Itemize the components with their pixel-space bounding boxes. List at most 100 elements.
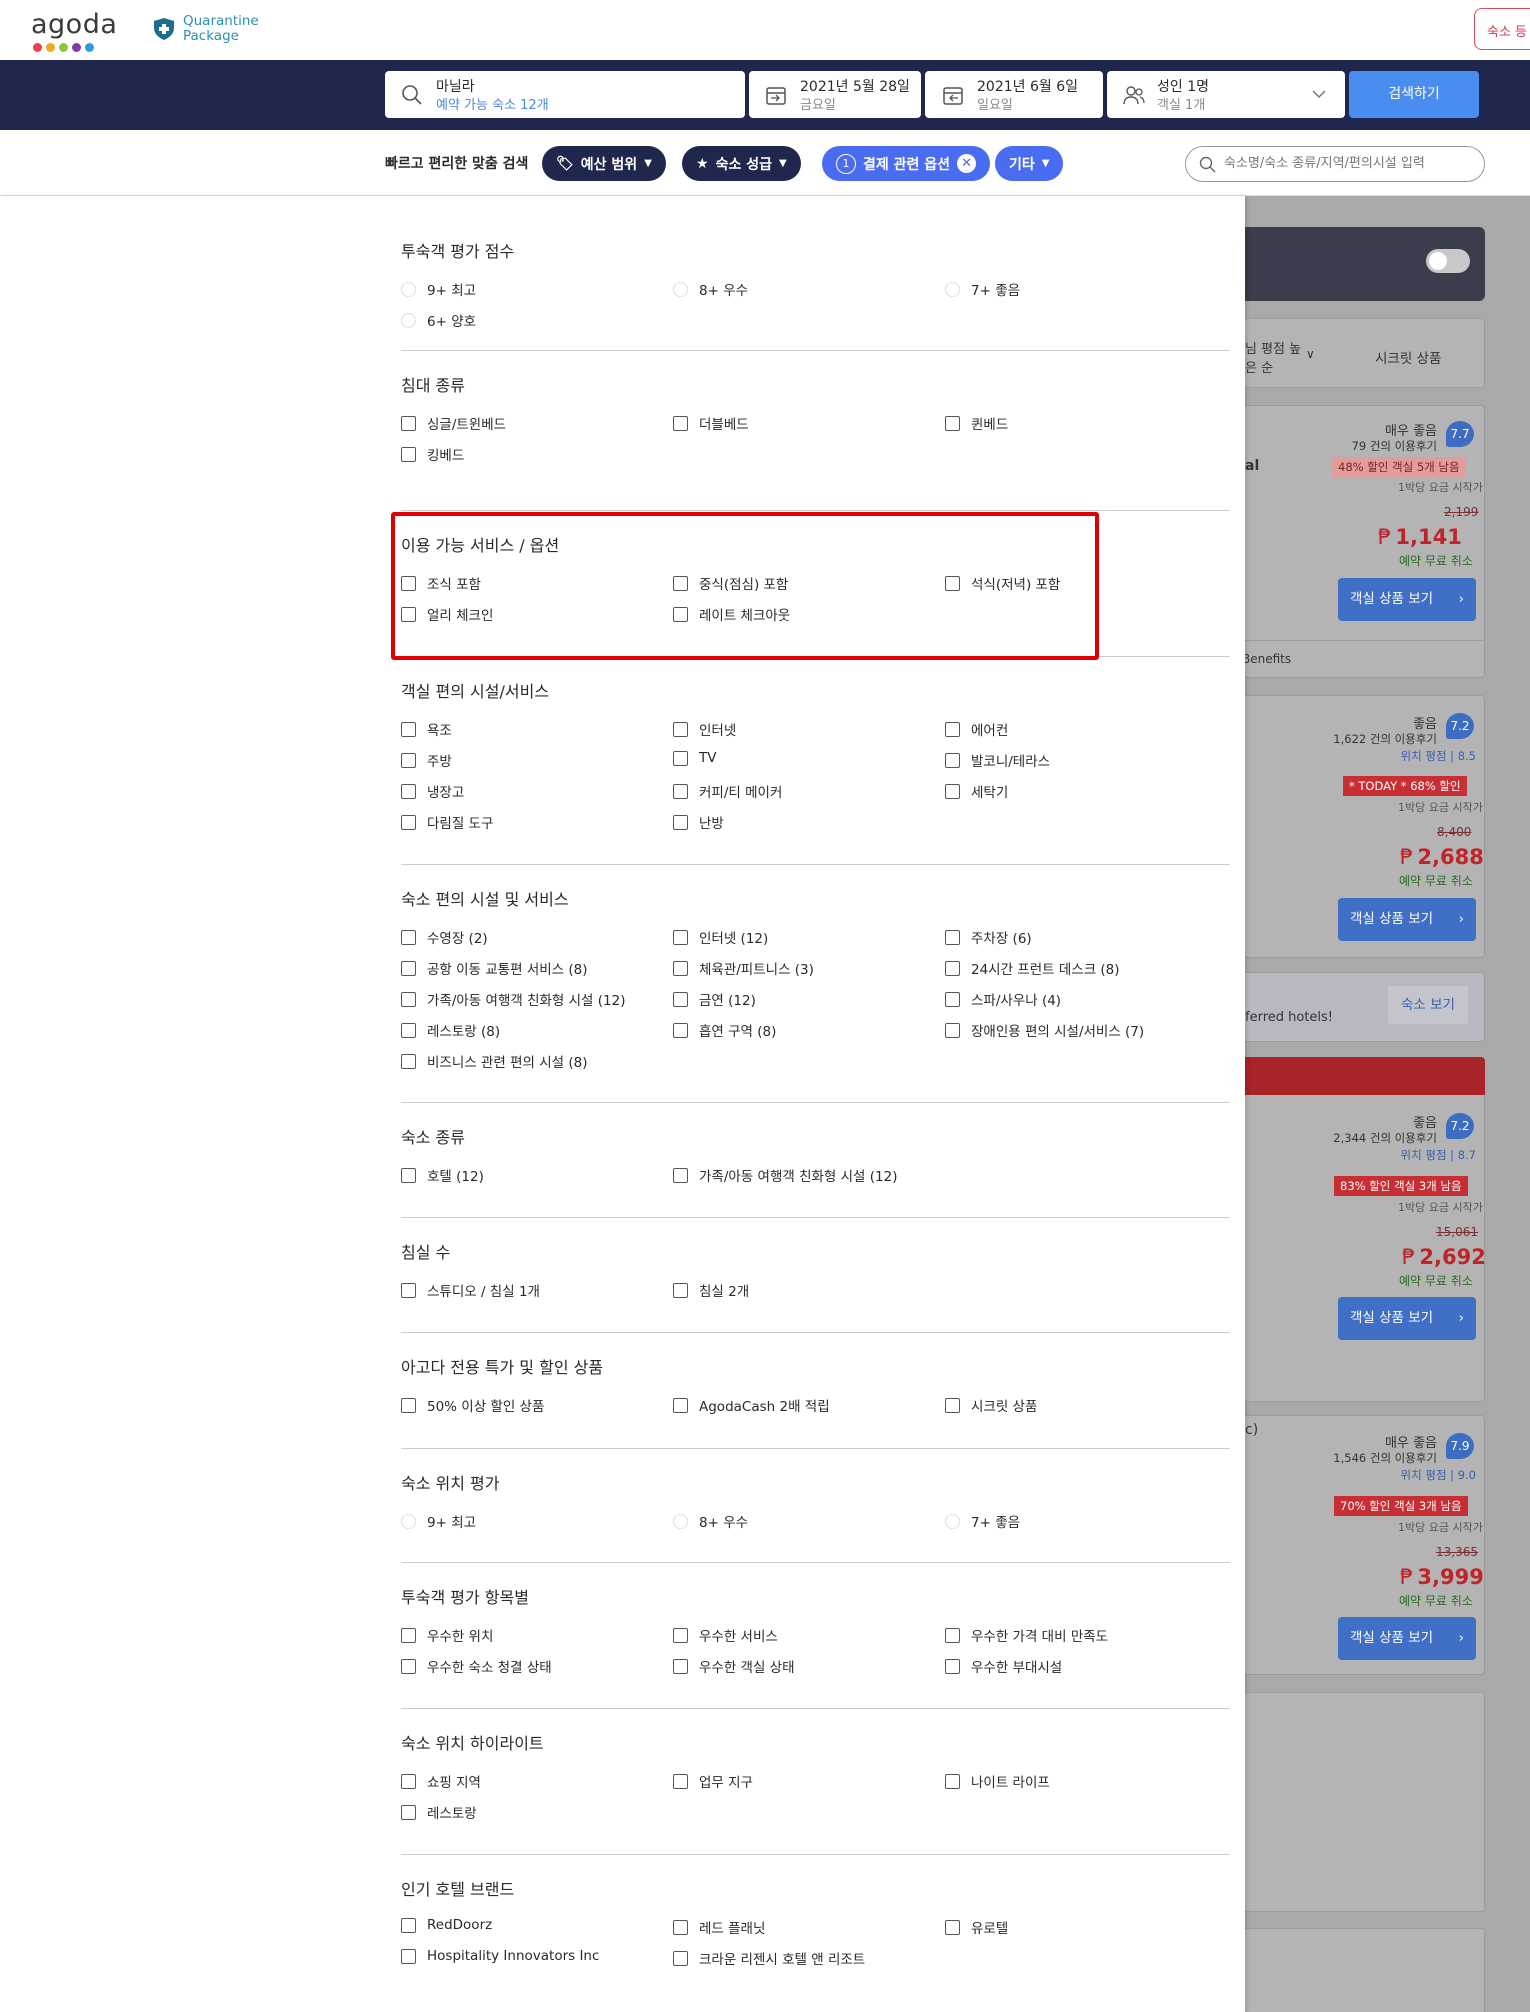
checkbox[interactable] bbox=[673, 991, 688, 1007]
checkbox[interactable] bbox=[401, 446, 416, 462]
checkbox[interactable] bbox=[673, 1282, 688, 1298]
checkbox[interactable] bbox=[401, 1167, 416, 1183]
filter-checkbox-option[interactable]: 흡연 구역 (8) bbox=[673, 1020, 776, 1040]
filter-checkbox-option[interactable]: AgodaCash 2배 적립 bbox=[673, 1395, 830, 1415]
filter-checkbox-option[interactable]: 침실 2개 bbox=[673, 1280, 749, 1300]
payment-filter-pill[interactable]: 1 결제 관련 옵션 ✕ bbox=[822, 146, 991, 181]
filter-checkbox-option[interactable]: 체육관/피트니스 (3) bbox=[673, 958, 814, 978]
clear-icon[interactable]: ✕ bbox=[957, 154, 977, 173]
filter-checkbox-option[interactable]: 세탁기 bbox=[945, 781, 1008, 801]
list-property-button[interactable]: 숙소 등 bbox=[1474, 8, 1530, 50]
filter-checkbox-option[interactable]: 싱글/트윈베드 bbox=[401, 413, 506, 433]
radio-button[interactable] bbox=[401, 1513, 416, 1529]
checkbox[interactable] bbox=[673, 929, 688, 945]
filter-checkbox-option[interactable]: 발코니/테라스 bbox=[945, 750, 1050, 770]
filter-checkbox-option[interactable]: 유로텔 bbox=[945, 1917, 1008, 1937]
checkbox[interactable] bbox=[401, 1804, 416, 1820]
checkbox[interactable] bbox=[401, 1773, 416, 1789]
filter-checkbox-option[interactable]: 인터넷 (12) bbox=[673, 927, 768, 947]
checkbox[interactable] bbox=[945, 1627, 960, 1643]
checkbox[interactable] bbox=[401, 752, 416, 768]
radio-button[interactable] bbox=[945, 281, 960, 297]
checkbox[interactable] bbox=[945, 1773, 960, 1789]
filter-checkbox-option[interactable]: 장애인용 편의 시설/서비스 (7) bbox=[945, 1020, 1144, 1040]
secret-deals-tab[interactable]: 시크릿 상품 bbox=[1375, 347, 1441, 367]
checkbox[interactable] bbox=[945, 752, 960, 768]
checkbox[interactable] bbox=[945, 721, 960, 737]
checkbox[interactable] bbox=[945, 991, 960, 1007]
checkbox[interactable] bbox=[945, 960, 960, 976]
filter-radio-option[interactable]: 7+ 좋음 bbox=[945, 1511, 1020, 1531]
filter-checkbox-option[interactable]: 24시간 프런트 데스크 (8) bbox=[945, 958, 1120, 978]
filter-checkbox-option[interactable]: 가족/아동 여행객 친화형 시설 (12) bbox=[673, 1165, 897, 1185]
other-filter-pill[interactable]: 기타 ▼ bbox=[995, 146, 1064, 181]
filter-checkbox-option[interactable]: 퀸베드 bbox=[945, 413, 1008, 433]
star-filter-pill[interactable]: ★ 숙소 성급 ▼ bbox=[682, 146, 801, 181]
hotel-card[interactable] bbox=[1210, 1928, 1485, 2012]
filter-checkbox-option[interactable]: 킹베드 bbox=[401, 444, 464, 464]
radio-button[interactable] bbox=[673, 281, 688, 297]
checkbox[interactable] bbox=[673, 1397, 688, 1413]
filter-checkbox-option[interactable]: Hospitality Innovators Inc bbox=[401, 1948, 599, 1964]
filter-checkbox-option[interactable]: 우수한 가격 대비 만족도 bbox=[945, 1625, 1108, 1645]
filter-checkbox-option[interactable]: 에어컨 bbox=[945, 719, 1008, 739]
filter-radio-option[interactable]: 6+ 양호 bbox=[401, 310, 476, 330]
checkbox[interactable] bbox=[401, 783, 416, 799]
filter-radio-option[interactable]: 7+ 좋음 bbox=[945, 279, 1020, 299]
filter-checkbox-option[interactable]: 호텔 (12) bbox=[401, 1165, 484, 1185]
checkbox[interactable] bbox=[945, 1397, 960, 1413]
filter-checkbox-option[interactable]: 우수한 위치 bbox=[401, 1625, 493, 1645]
filter-checkbox-option[interactable]: 주차장 (6) bbox=[945, 927, 1032, 947]
checkbox[interactable] bbox=[401, 960, 416, 976]
toggle-switch[interactable] bbox=[1426, 249, 1470, 273]
checkbox[interactable] bbox=[945, 929, 960, 945]
checkbox[interactable] bbox=[401, 1022, 416, 1038]
quarantine-package-link[interactable]: Quarantine Package bbox=[151, 14, 259, 44]
hotel-card[interactable] bbox=[1210, 1692, 1485, 1912]
checkbox[interactable] bbox=[401, 929, 416, 945]
filter-checkbox-option[interactable]: 레드 플래닛 bbox=[673, 1917, 765, 1937]
budget-filter-pill[interactable]: 🏷 예산 범위 ▼ bbox=[542, 146, 666, 181]
checkbox[interactable] bbox=[945, 415, 960, 431]
radio-button[interactable] bbox=[673, 1513, 688, 1529]
checkbox[interactable] bbox=[401, 1948, 416, 1964]
checkbox[interactable] bbox=[401, 1053, 416, 1069]
filter-checkbox-option[interactable]: 크라운 리젠시 호텔 앤 리조트 bbox=[673, 1948, 865, 1968]
checkbox[interactable] bbox=[673, 1919, 688, 1935]
checkbox[interactable] bbox=[401, 721, 416, 737]
view-rooms-button[interactable]: 객실 상품 보기 › bbox=[1338, 1297, 1476, 1340]
checkbox[interactable] bbox=[945, 1658, 960, 1674]
checkbox[interactable] bbox=[401, 1917, 416, 1933]
checkbox[interactable] bbox=[401, 415, 416, 431]
filter-checkbox-option[interactable]: 쇼핑 지역 bbox=[401, 1771, 481, 1791]
checkbox[interactable] bbox=[401, 814, 416, 830]
view-hotels-button[interactable]: 숙소 보기 bbox=[1388, 986, 1468, 1024]
checkbox[interactable] bbox=[401, 1397, 416, 1413]
view-rooms-button[interactable]: 객실 상품 보기 › bbox=[1338, 898, 1476, 941]
radio-button[interactable] bbox=[401, 281, 416, 297]
checkbox[interactable] bbox=[673, 1950, 688, 1966]
checkout-field[interactable]: 2021년 6월 6일 일요일 bbox=[925, 71, 1103, 118]
filter-checkbox-option[interactable]: 냉장고 bbox=[401, 781, 464, 801]
radio-button[interactable] bbox=[945, 1513, 960, 1529]
checkbox[interactable] bbox=[673, 750, 688, 766]
filter-checkbox-option[interactable]: 나이트 라이프 bbox=[945, 1771, 1050, 1791]
filter-checkbox-option[interactable]: 레스토랑 (8) bbox=[401, 1020, 500, 1040]
checkbox[interactable] bbox=[401, 1658, 416, 1674]
checkbox[interactable] bbox=[945, 783, 960, 799]
checkbox[interactable] bbox=[673, 814, 688, 830]
filter-checkbox-option[interactable]: 금연 (12) bbox=[673, 989, 756, 1009]
search-button[interactable]: 검색하기 bbox=[1349, 71, 1479, 118]
filter-checkbox-option[interactable]: 수영장 (2) bbox=[401, 927, 488, 947]
filter-checkbox-option[interactable]: 다림질 도구 bbox=[401, 812, 493, 832]
filter-checkbox-option[interactable]: 우수한 부대시설 bbox=[945, 1656, 1062, 1676]
checkbox[interactable] bbox=[401, 991, 416, 1007]
guests-field[interactable]: 성인 1명 객실 1개 bbox=[1107, 71, 1345, 118]
filter-checkbox-option[interactable]: 더블베드 bbox=[673, 413, 749, 433]
checkbox[interactable] bbox=[673, 1773, 688, 1789]
checkbox[interactable] bbox=[673, 415, 688, 431]
filter-checkbox-option[interactable]: 주방 bbox=[401, 750, 452, 770]
filter-radio-option[interactable]: 8+ 우수 bbox=[673, 279, 748, 299]
filter-radio-option[interactable]: 8+ 우수 bbox=[673, 1511, 748, 1531]
checkbox[interactable] bbox=[673, 721, 688, 737]
